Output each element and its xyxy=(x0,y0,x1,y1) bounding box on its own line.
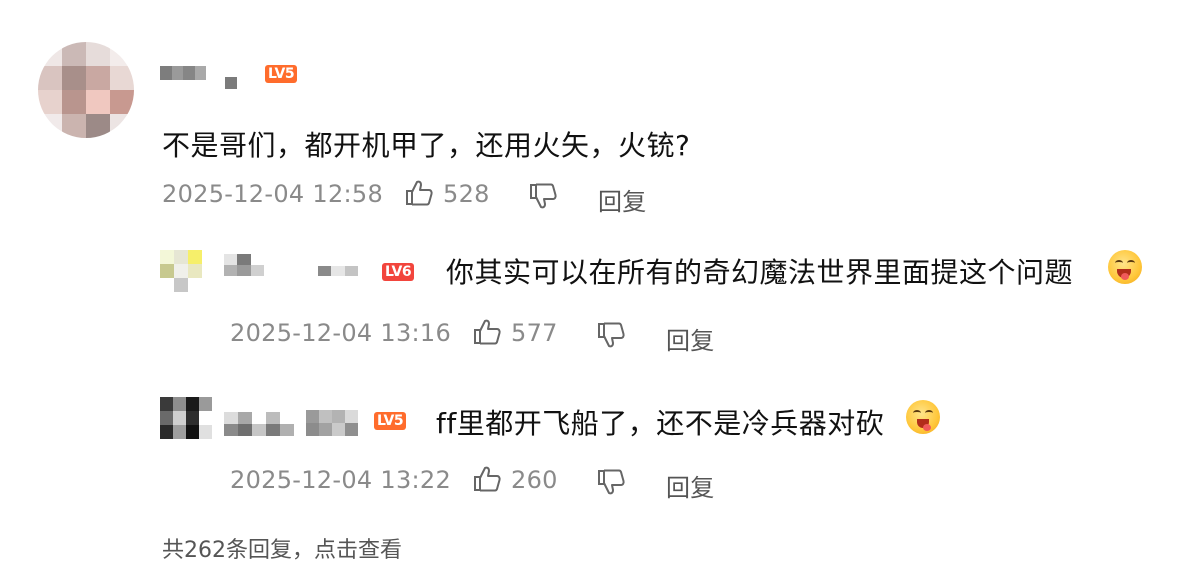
username-masked[interactable] xyxy=(160,66,206,80)
thumbs-down-icon xyxy=(598,322,625,348)
dislike-button[interactable] xyxy=(528,182,558,212)
like-button[interactable] xyxy=(404,178,434,208)
reply-text: 你其实可以在所有的奇幻魔法世界里面提这个问题 xyxy=(446,256,1074,289)
username-masked[interactable] xyxy=(224,412,294,436)
username-masked-dot xyxy=(225,77,237,89)
drooling-face-icon xyxy=(1108,250,1142,284)
view-all-replies-link[interactable]: 共262条回复，点击查看 xyxy=(162,532,402,564)
comment-text: 不是哥们，都开机甲了，还用火矢，火铳? xyxy=(162,129,691,162)
level-badge: LV5 xyxy=(265,65,298,83)
reply-timestamp: 2025-12-04 13:16 xyxy=(230,319,452,347)
like-count: 260 xyxy=(511,466,558,494)
username-masked[interactable] xyxy=(224,254,264,276)
savoring-face-icon xyxy=(906,400,940,434)
like-button[interactable] xyxy=(472,464,502,494)
reply-timestamp: 2025-12-04 13:22 xyxy=(230,466,452,494)
thumbs-up-icon xyxy=(406,180,433,206)
username-masked xyxy=(306,410,358,436)
thumbs-up-icon xyxy=(474,319,501,345)
username-masked xyxy=(318,266,358,276)
comment-timestamp: 2025-12-04 12:58 xyxy=(162,180,384,208)
like-button[interactable] xyxy=(472,317,502,347)
reply-button[interactable]: 回复 xyxy=(666,321,715,356)
dislike-button[interactable] xyxy=(596,321,626,351)
level-badge: LV6 xyxy=(382,263,415,281)
thumbs-down-icon xyxy=(530,183,557,209)
reply-button[interactable]: 回复 xyxy=(598,182,647,217)
level-badge: LV5 xyxy=(374,412,407,430)
user-avatar[interactable] xyxy=(160,250,216,292)
like-count: 577 xyxy=(511,319,558,347)
thumbs-up-icon xyxy=(474,466,501,492)
user-avatar[interactable] xyxy=(160,397,212,439)
reply-button[interactable]: 回复 xyxy=(666,468,715,503)
thumbs-down-icon xyxy=(598,469,625,495)
dislike-button[interactable] xyxy=(596,468,626,498)
reply-text: ff里都开飞船了，还不是冷兵器对砍 xyxy=(436,407,885,440)
user-avatar[interactable] xyxy=(38,42,134,138)
like-count: 528 xyxy=(443,180,490,208)
